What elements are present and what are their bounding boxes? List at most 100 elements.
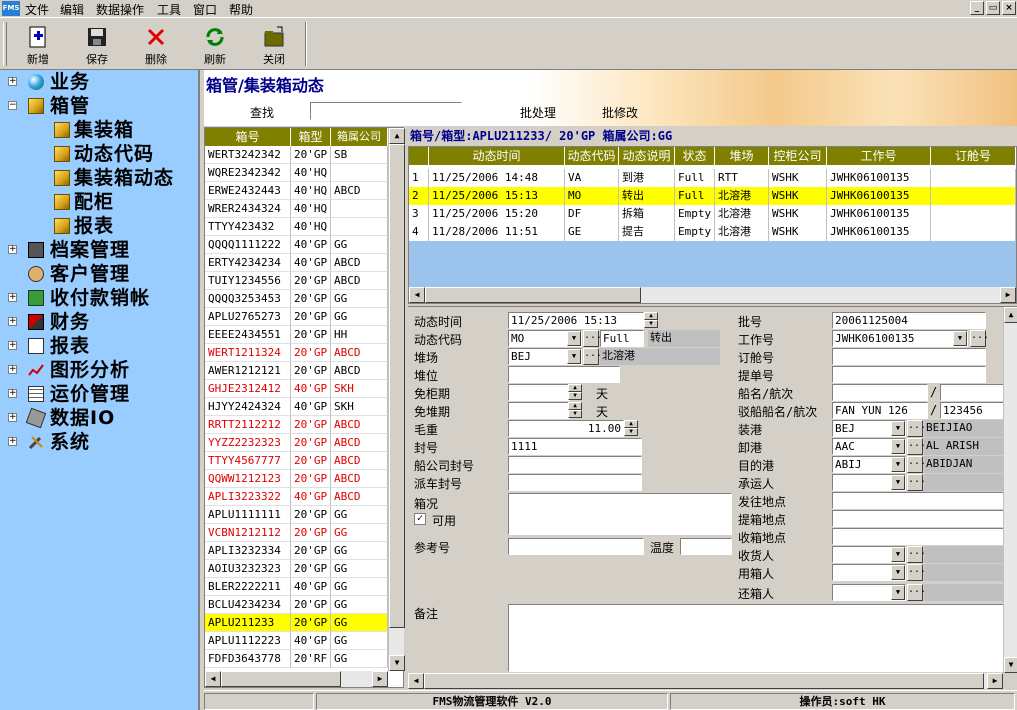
list-item[interactable]: AOIU3232323 20'GP GG	[205, 560, 388, 578]
list-item[interactable]: EEEE2434551 20'GP HH	[205, 326, 388, 344]
list-item[interactable]: GHJE2312412 40'GP SKH	[205, 380, 388, 398]
collect-input[interactable]	[832, 528, 1008, 545]
box-status-textarea[interactable]	[508, 493, 732, 535]
col-header-box-type[interactable]: 箱型	[291, 128, 331, 146]
grid-header-company[interactable]: 控柜公司	[769, 147, 827, 165]
tree-item-graph-analysis[interactable]: + 图形分析	[8, 358, 198, 382]
list-item[interactable]: APLI3232334 20'GP GG	[205, 542, 388, 560]
tree-item-box-report[interactable]: 报表	[8, 214, 198, 238]
expand-plus-icon[interactable]: +	[8, 341, 17, 350]
scroll-left-icon[interactable]: ◀	[409, 287, 425, 303]
bl-input[interactable]	[832, 366, 986, 383]
list-item[interactable]: APLU1112223 40'GP GG	[205, 632, 388, 650]
dyn-time-spinner[interactable]: ▲ ▼	[644, 312, 658, 329]
carrier-browse-button[interactable]: ...	[907, 474, 926, 491]
refresh-button[interactable]: 刷新	[193, 23, 237, 67]
list-item[interactable]: HJYY2424324 40'GP SKH	[205, 398, 388, 416]
free-stack-input[interactable]	[508, 402, 570, 419]
dropdown-arrow-icon[interactable]: ▼	[891, 439, 905, 454]
list-item[interactable]: ERWE2432443 40'HQ ABCD	[205, 182, 388, 200]
user-select[interactable]: ▼	[832, 564, 906, 581]
dropdown-arrow-icon[interactable]: ▼	[891, 585, 905, 600]
grid-header-booking[interactable]: 订舱号	[931, 147, 1016, 165]
expand-plus-icon[interactable]: +	[8, 437, 17, 446]
delete-button[interactable]: 删除	[134, 23, 178, 67]
list-item[interactable]: WERT3242342 20'GP SB	[205, 146, 388, 164]
list-item[interactable]: WQRE2342342 40'HQ	[205, 164, 388, 182]
list-item[interactable]: FDFD3643778 20'RF GG	[205, 650, 388, 668]
tree-item-data-io[interactable]: + 数据IO	[8, 406, 198, 430]
dropdown-arrow-icon[interactable]: ▼	[567, 349, 581, 364]
dest-select[interactable]: ABIJ ▼	[832, 456, 906, 473]
tree-item-customers[interactable]: 客户管理	[8, 262, 198, 286]
batch-edit-link[interactable]: 批修改	[602, 104, 638, 121]
temp-input[interactable]	[680, 538, 732, 555]
grid-hscroll-thumb[interactable]	[425, 287, 641, 303]
list-item[interactable]: TTYY4567777 20'GP ABCD	[205, 452, 388, 470]
batch-process-link[interactable]: 批处理	[520, 104, 556, 121]
user-browse-button[interactable]: ...	[907, 564, 926, 581]
dyn-time-input[interactable]: 11/25/2006 15:13	[508, 312, 644, 329]
menu-help[interactable]: 帮助	[229, 1, 253, 18]
expand-plus-icon[interactable]: +	[8, 245, 17, 254]
tree-item-system[interactable]: + 系统	[8, 430, 198, 454]
feeder-name-input[interactable]: FAN YUN 126	[832, 402, 928, 419]
dyn-code-select[interactable]: MO ▼	[508, 330, 582, 347]
dest-browse-button[interactable]: ...	[907, 456, 926, 473]
toolbar-grip[interactable]	[3, 22, 7, 66]
list-item[interactable]: APLU2765273 20'GP GG	[205, 308, 388, 326]
job-select[interactable]: JWHK06100135 ▼	[832, 330, 968, 347]
free-stack-spinner[interactable]: ▲ ▼	[568, 402, 582, 419]
dropdown-arrow-icon[interactable]: ▼	[891, 547, 905, 562]
truck-seal-input[interactable]	[508, 474, 642, 491]
dropdown-arrow-icon[interactable]: ▼	[567, 331, 581, 346]
scroll-right-icon[interactable]: ▶	[1000, 287, 1016, 303]
list-item[interactable]: TUIY1234556 20'GP ABCD	[205, 272, 388, 290]
gross-spinner[interactable]: ▲ ▼	[624, 420, 638, 437]
vessel-voy-input[interactable]	[940, 384, 1008, 401]
ship-seal-input[interactable]	[508, 456, 642, 473]
tree-item-dynamic-code[interactable]: 动态代码	[8, 142, 198, 166]
list-item[interactable]: APLU1111111 20'GP GG	[205, 506, 388, 524]
grid-header-time[interactable]: 动态时间	[429, 147, 565, 165]
list-item[interactable]: APLU211233 20'GP GG	[205, 614, 388, 632]
pod-select[interactable]: AAC ▼	[832, 438, 906, 455]
expand-plus-icon[interactable]: +	[8, 413, 17, 422]
dropdown-arrow-icon[interactable]: ▼	[891, 475, 905, 490]
vessel-name-input[interactable]	[832, 384, 928, 401]
full-field[interactable]: Full	[600, 330, 644, 347]
grid-hscrollbar[interactable]: ◀ ▶	[409, 287, 1016, 303]
col-header-owner[interactable]: 箱属公司	[331, 128, 388, 146]
expand-plus-icon[interactable]: +	[8, 365, 17, 374]
scroll-right-icon[interactable]: ▶	[987, 673, 1003, 689]
feeder-voy-input[interactable]: 123456	[940, 402, 1008, 419]
tree-item-box-mgmt[interactable]: − 箱管	[8, 94, 198, 118]
restore-button[interactable]: ▭	[986, 1, 1000, 15]
gross-input[interactable]: 11.00	[508, 420, 624, 437]
free-cab-input[interactable]	[508, 384, 570, 401]
minimize-button[interactable]: _	[970, 1, 984, 15]
scroll-up-icon[interactable]: ▲	[389, 128, 405, 144]
save-button[interactable]: 保存	[75, 23, 119, 67]
table-row[interactable]: 4 11/28/2006 11:51 GE 提吉 Empty 北溶港 WSHK JWHK061…	[409, 223, 1016, 241]
list-item[interactable]: WERT1211324 20'GP ABCD	[205, 344, 388, 362]
dropdown-arrow-icon[interactable]: ▼	[891, 421, 905, 436]
dropdown-arrow-icon[interactable]: ▼	[891, 457, 905, 472]
tree-item-stuffing[interactable]: 配柜	[8, 190, 198, 214]
seal-input[interactable]: 1111	[508, 438, 642, 455]
grid-header-status[interactable]: 状态	[675, 147, 715, 165]
dyn-code-browse-button[interactable]: ...	[583, 330, 602, 347]
list-hscroll-thumb[interactable]	[221, 671, 341, 687]
list-item[interactable]: QQQQ3253453 20'GP GG	[205, 290, 388, 308]
expand-plus-icon[interactable]: +	[8, 389, 17, 398]
returner-browse-button[interactable]: ...	[907, 584, 926, 601]
tree-item-freight[interactable]: + 运价管理	[8, 382, 198, 406]
collapse-minus-icon[interactable]: −	[8, 101, 17, 110]
form-hscrollbar[interactable]: ◀ ▶	[408, 673, 1003, 689]
scroll-down-icon[interactable]: ▼	[389, 655, 405, 671]
menu-data-ops[interactable]: 数据操作	[96, 1, 144, 18]
carrier-select[interactable]: ▼	[832, 474, 906, 491]
table-row[interactable]: 3 11/25/2006 15:20 DF 拆箱 Empty 北溶港 WSHK JWHK061…	[409, 205, 1016, 223]
menu-file[interactable]: 文件	[25, 1, 49, 18]
col-header-box-no[interactable]: 箱号	[205, 128, 291, 146]
